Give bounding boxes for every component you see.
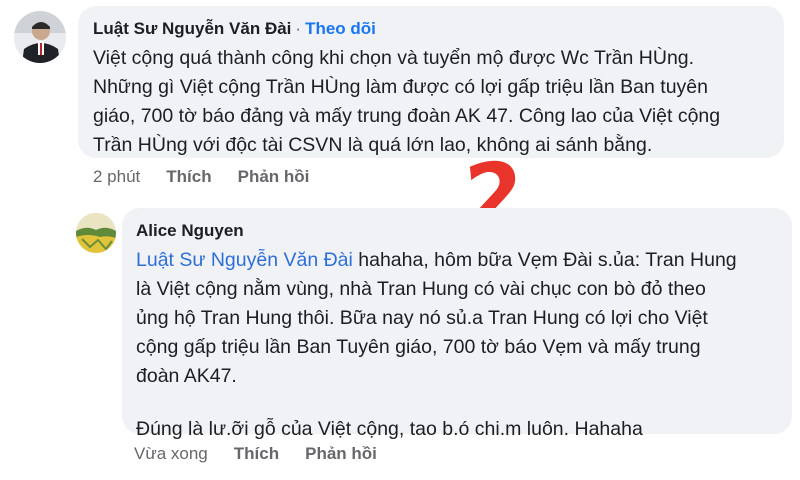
comment-line-text: hahaha, hôm bữa Vẹm Đài s.ủa: Tran Hung bbox=[352, 249, 737, 271]
comment-actions: 2 phút Thích Phản hồi bbox=[93, 166, 335, 188]
comment-header: Luật Sư Nguyễn Văn Đài · Theo dõi bbox=[93, 17, 769, 41]
avatar[interactable] bbox=[76, 213, 116, 253]
comment-line: Trần HÙng với độc tài CSVN là quá lớn la… bbox=[93, 134, 653, 156]
avatar-photo bbox=[76, 213, 116, 253]
like-button[interactable]: Thích bbox=[234, 443, 279, 465]
comment-line: Luật Sư Nguyễn Văn Đài hahaha, hôm bữa V… bbox=[136, 246, 778, 275]
comment-line: ủng hộ Tran Hung thôi. Bữa nay nó sủ.a T… bbox=[136, 307, 708, 329]
comment-bubble: Luật Sư Nguyễn Văn Đài · Theo dõi Việt cộn… bbox=[78, 6, 784, 158]
comment-line: Việt cộng quá thành công khi chọn và tuy… bbox=[93, 47, 695, 69]
comment-line: giáo, 700 tờ báo đảng và mấy trung đoàn … bbox=[93, 105, 721, 127]
reply-button[interactable]: Phản hồi bbox=[305, 443, 377, 465]
reply-button[interactable]: Phản hồi bbox=[238, 166, 310, 188]
comment-line: cộng gấp triệu lần Ban Tuyên giáo, 700 t… bbox=[136, 336, 701, 358]
follow-button[interactable]: Theo dõi bbox=[305, 19, 376, 38]
reply-bubble: Alice Nguyen Luật Sư Nguyễn Văn Đài haha… bbox=[122, 208, 792, 440]
comment-line: đoàn AK47. bbox=[136, 365, 237, 387]
comment-text: Việt cộng quá thành công khi chọn và tuy… bbox=[93, 44, 769, 160]
comment-line: Đúng là lư.ỡi gỗ của Việt cộng, tao b.ó … bbox=[136, 418, 643, 440]
comment-text: Luật Sư Nguyễn Văn Đài hahaha, hôm bữa V… bbox=[136, 246, 778, 444]
avatar-photo bbox=[14, 11, 66, 63]
avatar[interactable] bbox=[14, 11, 66, 63]
author-name[interactable]: Luật Sư Nguyễn Văn Đài bbox=[93, 19, 291, 38]
mention-link[interactable]: Luật Sư Nguyễn Văn Đài bbox=[136, 249, 353, 271]
timestamp[interactable]: 2 phút bbox=[93, 166, 140, 188]
comment-line: Những gì Việt cộng Trần HÙng làm được có… bbox=[93, 76, 708, 98]
author-name[interactable]: Alice Nguyen bbox=[136, 221, 244, 240]
like-button[interactable]: Thích bbox=[166, 166, 211, 188]
comment-header: Alice Nguyen bbox=[136, 219, 778, 243]
separator-dot: · bbox=[295, 19, 302, 38]
comment-line: là Việt cộng nằm vùng, nhà Tran Hung có … bbox=[136, 278, 706, 300]
timestamp[interactable]: Vừa xong bbox=[134, 443, 208, 465]
reply-actions: Vừa xong Thích Phản hồi bbox=[134, 443, 403, 465]
